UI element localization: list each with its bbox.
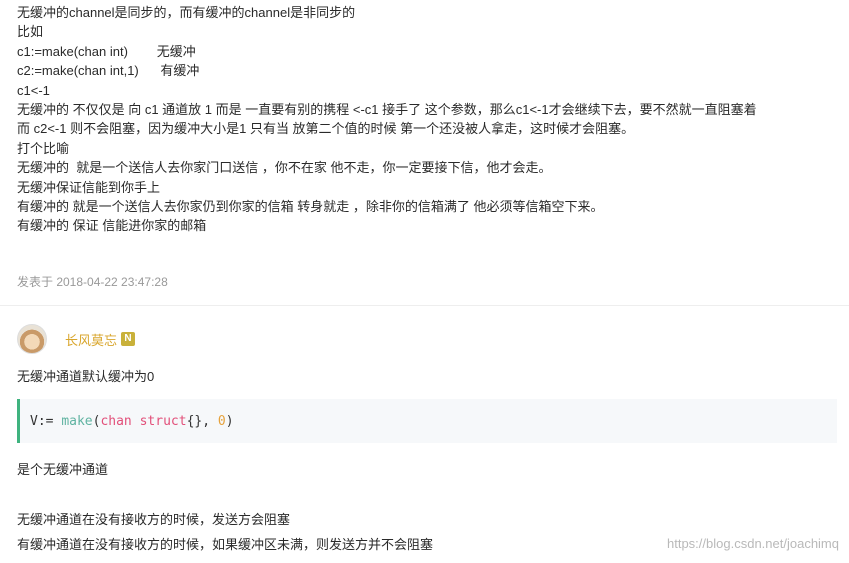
- post-line: 无缓冲的 不仅仅是 向 c1 通道放 1 而是 一直要有别的携程 <-c1 接手…: [17, 102, 757, 118]
- code-punct: {},: [186, 413, 218, 429]
- code-block: V:= make(chan struct {}, 0): [17, 399, 837, 443]
- post-line: 无缓冲的channel是同步的，而有缓冲的channel是非同步的: [17, 5, 356, 20]
- author-badge: N: [121, 332, 136, 346]
- comment-after-code: 是个无缓冲通道: [17, 462, 109, 477]
- post-line: 打个比喻: [17, 140, 70, 156]
- comment-line-a: 无缓冲通道在没有接收方的时候，发送方会阻塞: [17, 512, 291, 527]
- divider: [0, 305, 849, 306]
- author-name[interactable]: 长风莫忘: [65, 330, 117, 349]
- code-func: make: [61, 413, 93, 429]
- post-line: 无缓冲的 就是一个送信人去你家门口送信 ，你不在家 他不走，你一定要接下信，他才…: [17, 160, 552, 176]
- comment-line-b: 有缓冲通道在没有接收方的时候，如果缓冲区未满，则发送方并不会阻塞: [17, 537, 434, 552]
- comment-intro: 无缓冲通道默认缓冲为0: [17, 369, 155, 384]
- comment-author: 长风莫忘 N: [17, 322, 136, 356]
- post-body: 无缓冲的channel是同步的，而有缓冲的channel是非同步的 比如 c1:…: [17, 3, 837, 236]
- post-line: 比如: [17, 24, 44, 40]
- code-number: 0: [217, 413, 226, 429]
- watermark: https://blog.csdn.net/joachimq: [667, 536, 839, 551]
- post-line: c1:=make(chan int) 无缓冲: [17, 43, 196, 59]
- post-line: c1<-1: [17, 82, 50, 98]
- code-paren: ): [225, 413, 234, 429]
- post-line: c2:=make(chan int,1) 有缓冲: [17, 63, 200, 79]
- code-paren: (: [92, 413, 101, 429]
- post-line: 有缓冲的 保证 信能进你家的邮箱: [17, 218, 207, 234]
- post-line: 而 c2<-1 则不会阻塞，因为缓冲大小是1 只有当 放第二个值的时候 第一个还…: [17, 121, 635, 137]
- post-line: 有缓冲的 就是一个送信人去你家仍到你家的信箱 转身就走 ，除非你的信箱满了 他必…: [17, 199, 604, 215]
- code-var: V:=: [30, 413, 62, 429]
- post-line: 无缓冲保证信能到你手上: [17, 179, 161, 195]
- code-keyword: struct: [139, 413, 187, 429]
- avatar[interactable]: [17, 324, 47, 354]
- post-timestamp: 发表于 2018-04-22 23:47:28: [17, 275, 168, 289]
- code-keyword: chan: [100, 413, 132, 429]
